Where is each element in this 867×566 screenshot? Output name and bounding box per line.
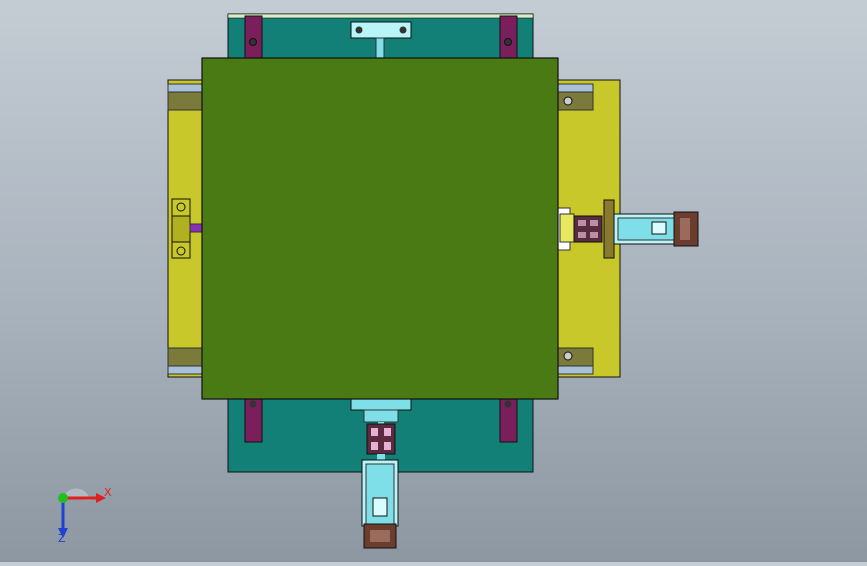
right-coupling (573, 215, 603, 243)
bolt-icon (249, 38, 257, 46)
top-screw-shaft (375, 37, 385, 59)
left-yellow-plate[interactable] (167, 79, 207, 378)
cad-graphics-viewport[interactable] (0, 0, 867, 562)
bolt-icon (563, 96, 573, 106)
bolt-icon (504, 38, 512, 46)
bolt-icon (563, 351, 573, 361)
model-drawing[interactable] (0, 0, 867, 562)
orientation-triad: X Z (40, 478, 120, 548)
right-motor-mount (603, 199, 615, 259)
bolt-icon (249, 400, 257, 408)
bolt-icon (504, 400, 512, 408)
y-axis-dot-icon (58, 493, 68, 503)
top-teal-plate[interactable] (227, 13, 534, 65)
left-shaft-stub (189, 223, 203, 233)
bottom-drive-assembly[interactable] (361, 422, 399, 549)
main-green-plate[interactable] (201, 57, 559, 400)
z-axis-label: Z (58, 532, 66, 545)
x-axis-label: X (104, 486, 112, 499)
